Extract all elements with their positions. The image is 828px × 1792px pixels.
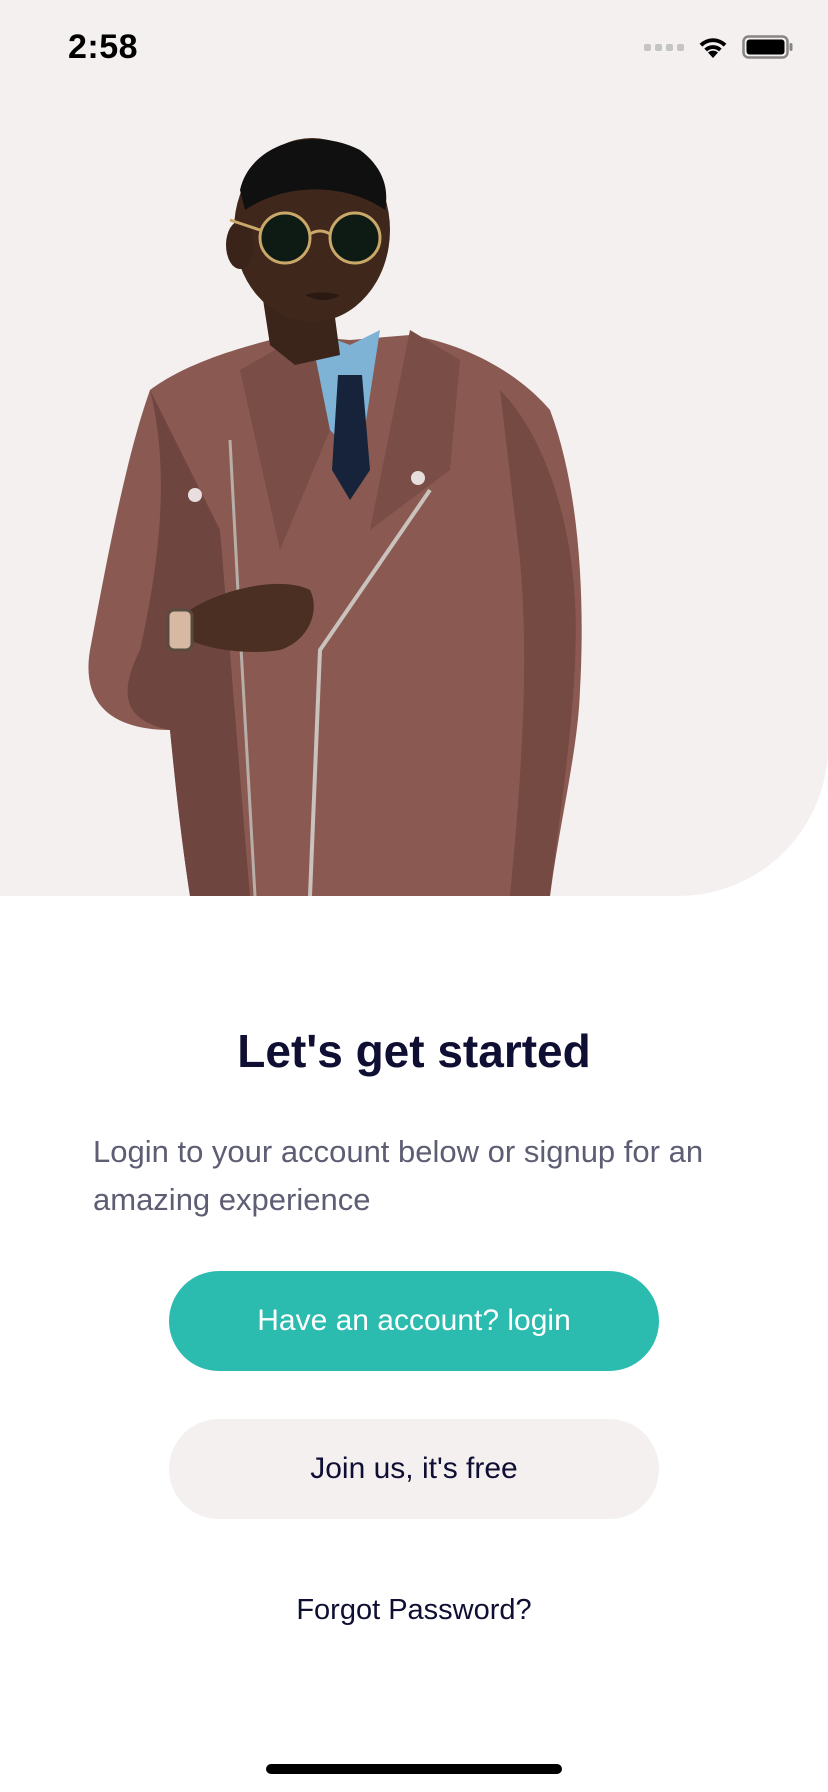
wifi-icon <box>699 38 727 58</box>
cellular-signal-icon <box>644 43 684 51</box>
status-icons <box>644 34 794 60</box>
forgot-password-link[interactable]: Forgot Password? <box>0 1594 828 1627</box>
status-time: 2:58 <box>68 28 139 66</box>
hero-photo <box>88 138 582 896</box>
home-indicator[interactable] <box>266 1764 562 1774</box>
page-title: Let's get started <box>237 1025 591 1077</box>
signup-button[interactable]: Join us, it's free <box>169 1419 659 1519</box>
hero-panel: 2:58 <box>0 0 828 896</box>
page-subtitle: Login to your account below or signup fo… <box>93 1134 704 1217</box>
status-bar: 2:58 <box>0 0 828 100</box>
login-button[interactable]: Have an account? login <box>169 1271 659 1371</box>
battery-icon <box>742 35 793 59</box>
